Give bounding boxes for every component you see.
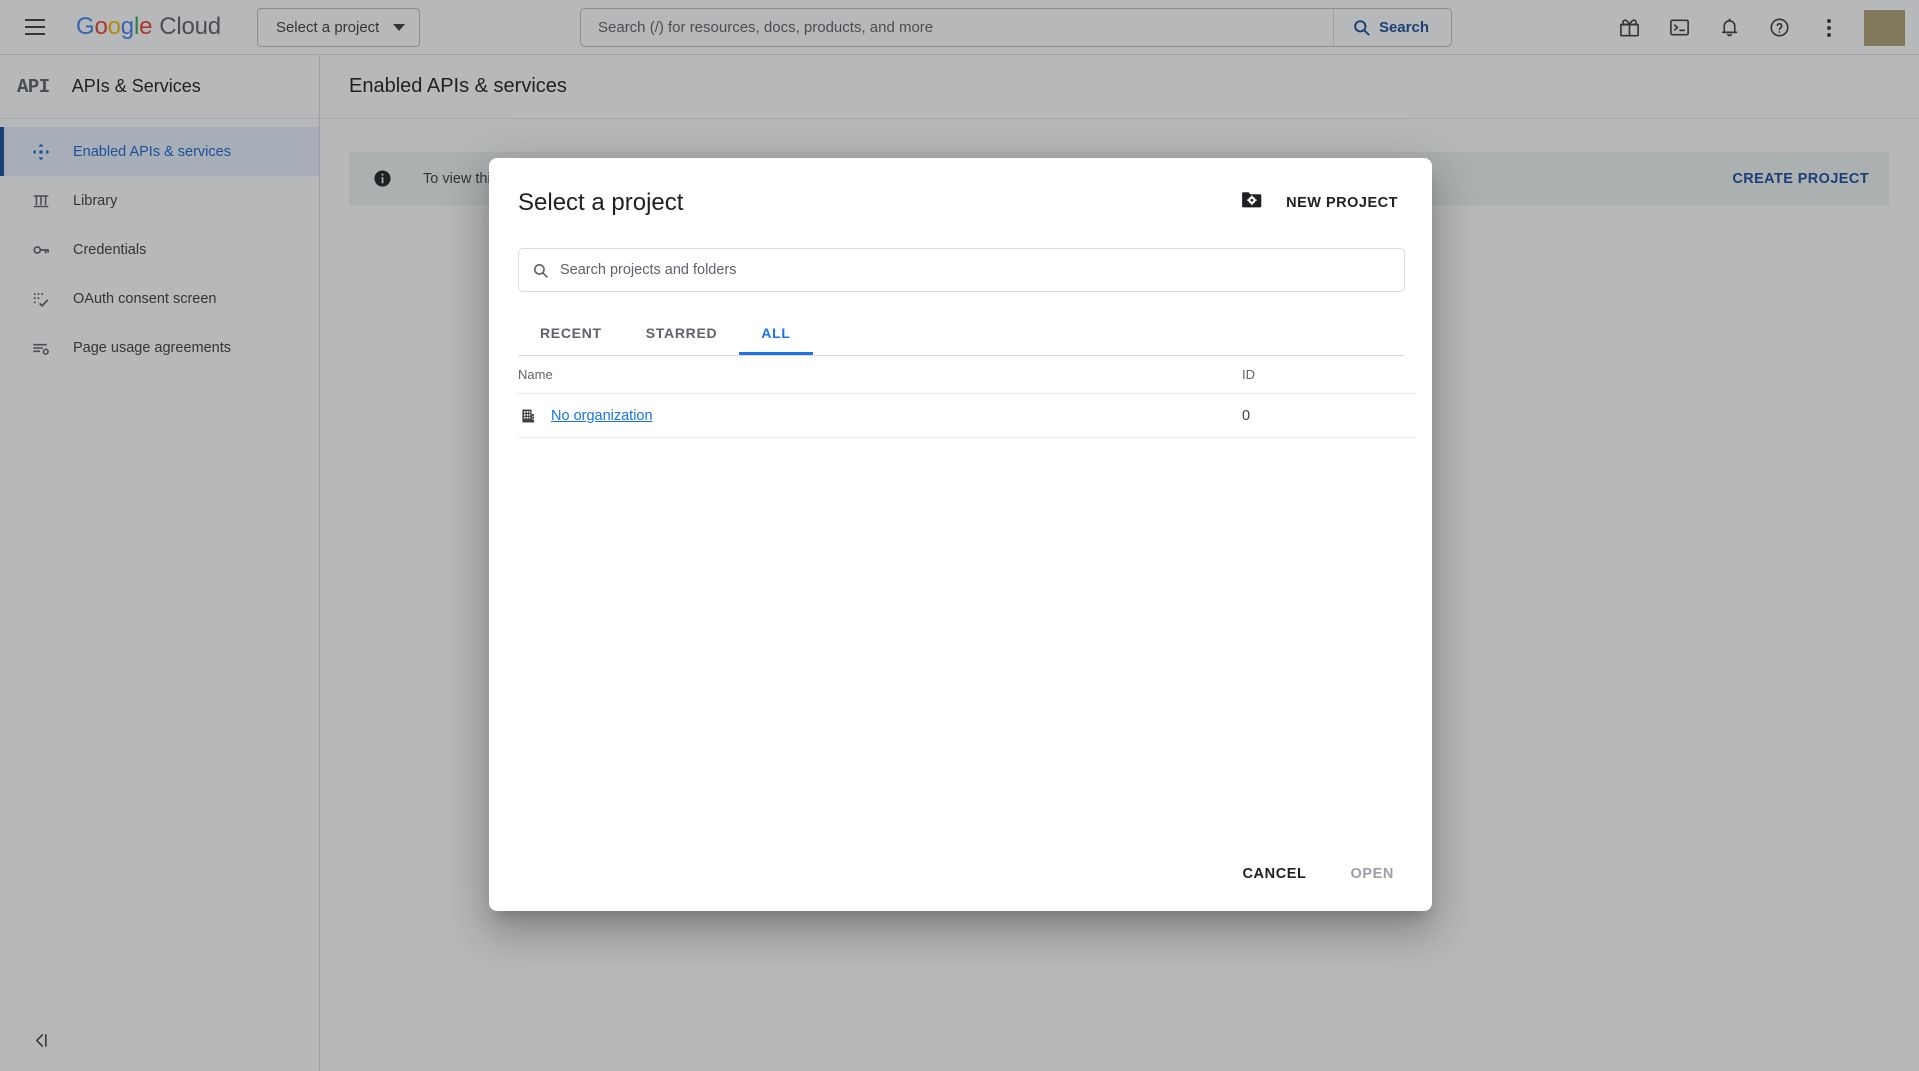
column-header-name: Name xyxy=(518,356,1236,394)
dialog-actions: CANCEL OPEN xyxy=(1226,855,1410,893)
table-header-row: Name ID xyxy=(518,356,1416,394)
cell-name: No organization xyxy=(518,394,1236,438)
tab-label: RECENT xyxy=(540,325,602,341)
table-header: Name ID xyxy=(518,356,1416,394)
dialog-title: Select a project xyxy=(518,189,683,217)
tab-label: STARRED xyxy=(646,325,718,341)
tab-recent[interactable]: RECENT xyxy=(518,311,624,355)
table-body: No organization 0 xyxy=(518,394,1416,438)
projects-table: Name ID xyxy=(518,356,1416,438)
tab-starred[interactable]: STARRED xyxy=(624,311,740,355)
column-header-id: ID xyxy=(1236,356,1416,394)
tab-label: ALL xyxy=(761,325,790,341)
project-search-field[interactable] xyxy=(518,248,1405,292)
select-project-dialog: Select a project NEW PROJECT xyxy=(489,158,1432,911)
organization-building-icon xyxy=(518,406,537,425)
search-icon xyxy=(532,262,549,279)
tab-all[interactable]: ALL xyxy=(739,311,812,355)
organization-link[interactable]: No organization xyxy=(551,408,653,424)
project-search-input[interactable] xyxy=(560,262,1404,278)
name-cell-wrapper: No organization xyxy=(518,406,1236,425)
new-project-button[interactable]: NEW PROJECT xyxy=(1238,188,1405,217)
app-root: G o o g l e Cloud Select a project Searc… xyxy=(0,0,1919,1071)
dialog-tabs: RECENT STARRED ALL xyxy=(518,311,1405,356)
cell-id: 0 xyxy=(1236,394,1416,438)
new-project-folder-icon xyxy=(1238,188,1265,217)
table-row[interactable]: No organization 0 xyxy=(518,394,1416,438)
dialog-header: Select a project NEW PROJECT xyxy=(489,158,1432,217)
cancel-button[interactable]: CANCEL xyxy=(1226,855,1322,893)
open-button[interactable]: OPEN xyxy=(1335,855,1411,893)
new-project-label: NEW PROJECT xyxy=(1286,195,1398,211)
